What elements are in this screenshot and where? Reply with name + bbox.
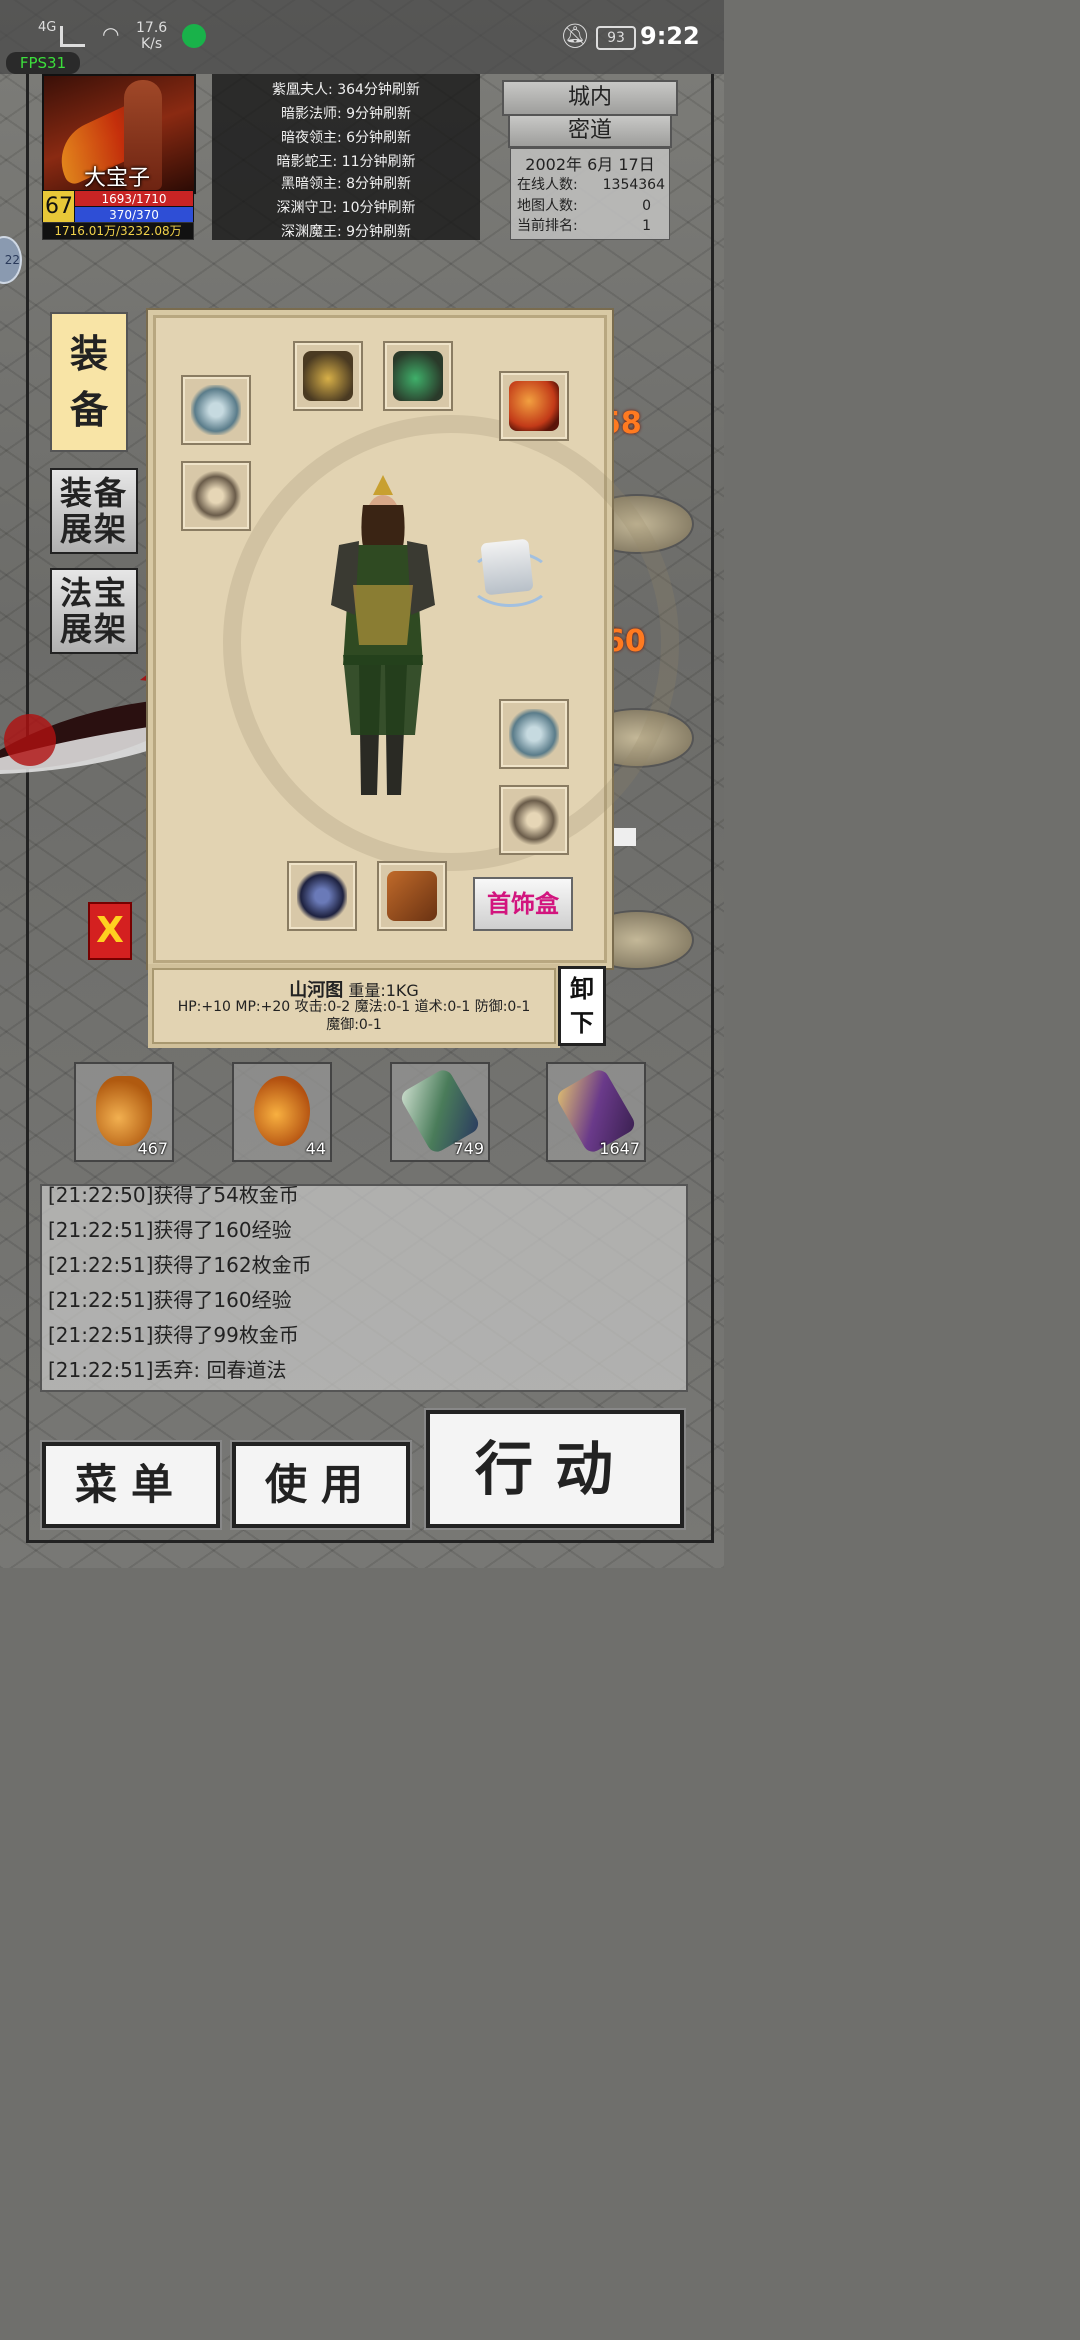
slot-boots[interactable] (377, 861, 447, 931)
online-count-row: 在线人数: 1354364 (517, 175, 665, 195)
belt-icon (297, 871, 347, 921)
equipment-panel: 首饰盒 (148, 310, 679, 968)
menu-button[interactable]: 菜单 (42, 1442, 220, 1528)
ring-icon (509, 795, 559, 845)
map-value: 0 (642, 198, 651, 214)
tab-equipment[interactable]: 装 备 (50, 312, 128, 452)
gold-amount: 1716.01万/3232.08万 (42, 222, 194, 240)
bell-muted-icon: 🔕︎ (560, 22, 591, 50)
slot-treasure-scroll[interactable] (467, 531, 553, 607)
slot-necklace[interactable] (383, 341, 453, 411)
necklace-icon (393, 351, 443, 401)
unequip-char1: 卸 (570, 975, 594, 1003)
large-potion-icon (254, 1076, 310, 1146)
treasure-rack-line1: 法宝 (59, 574, 128, 612)
rank-row: 当前排名: 1 (517, 216, 665, 236)
item-stats: HP:+10 MP:+20 攻击:0-2 魔法:0-1 道术:0-1 防御:0-… (156, 998, 552, 1034)
city-button[interactable]: 城内 (502, 80, 678, 116)
character-model (331, 475, 435, 795)
tab-equipment-char2: 备 (69, 388, 108, 432)
rank-label: 当前排名: (517, 218, 578, 234)
unequip-button[interactable]: 卸 下 (558, 966, 606, 1046)
equipment-rack-line2: 展架 (59, 510, 128, 548)
online-label: 在线人数: (517, 177, 578, 193)
orb-icon (509, 381, 559, 431)
log-line: [21:22:51]获得了160经验 (48, 1288, 292, 1312)
boss-item: 暗影法师: 9分钟刷新 (280, 106, 412, 122)
log-line: [21:22:51]获得了160经验 (48, 1218, 292, 1242)
slot-helmet[interactable] (293, 341, 363, 411)
slot-bracelet-right[interactable] (499, 699, 569, 769)
item-count: 44 (305, 1139, 326, 1158)
boss-item: 深渊守卫: 10分钟刷新 (276, 200, 416, 216)
action-button[interactable]: 行动 (426, 1410, 684, 1528)
use-button[interactable]: 使用 (232, 1442, 410, 1528)
bracelet-icon (191, 385, 241, 435)
item-stats-line1: HP:+10 MP:+20 攻击:0-2 魔法:0-1 道术:0-1 防御:0-… (177, 999, 531, 1015)
online-value: 1354364 (602, 177, 665, 193)
log-line: [21:22:51]获得了162枚金币 (48, 1253, 312, 1277)
log-line: [21:22:51]丢弃: 回春道法 (48, 1358, 287, 1382)
ring-icon (191, 471, 241, 521)
quickslot-small-hp-potion[interactable]: 467 (74, 1062, 174, 1162)
equipment-rack-line1: 装备 (59, 474, 128, 512)
fps-counter: FPS31 (6, 52, 80, 74)
log-line: [21:22:51]获得了99枚金币 (48, 1323, 299, 1347)
rank-value: 1 (642, 218, 651, 234)
player-level: 67 (42, 190, 76, 224)
small-potion-icon (96, 1076, 152, 1146)
slot-ring-right[interactable] (499, 785, 569, 855)
wechat-icon (182, 24, 206, 48)
game-date: 2002年 6月 17日 (525, 155, 655, 174)
speed-unit: K/s (140, 36, 163, 52)
secret-passage-button[interactable]: 密道 (508, 114, 672, 148)
slot-belt[interactable] (287, 861, 357, 931)
item-stats-line2: 魔御:0-1 (326, 1017, 382, 1033)
jewelry-box-button[interactable]: 首饰盒 (473, 877, 573, 931)
clock: 9:22 (640, 22, 700, 50)
message-log[interactable]: [21:22:50]获得了54枚金币 [21:22:51]获得了160经验 [2… (40, 1184, 688, 1392)
slot-orb[interactable] (499, 371, 569, 441)
quickslot-teleport-scroll[interactable]: 749 (390, 1062, 490, 1162)
slot-ring-left[interactable] (181, 461, 251, 531)
item-count: 1647 (599, 1139, 640, 1158)
map-count-row: 地图人数: 0 (517, 196, 665, 216)
item-count: 749 (453, 1139, 484, 1158)
battery-indicator: 93 (596, 26, 636, 50)
boss-item: 暗夜领主: 6分钟刷新 (280, 130, 412, 146)
bracelet-icon (509, 709, 559, 759)
helmet-icon (303, 351, 353, 401)
quickslot-large-hp-potion[interactable]: 44 (232, 1062, 332, 1162)
boss-item: 暗影蛇王: 11分钟刷新 (276, 154, 416, 170)
tab-equipment-char1: 装 (69, 332, 108, 376)
boss-item: 深渊魔王: 9分钟刷新 (280, 224, 412, 240)
item-count: 467 (137, 1139, 168, 1158)
wifi-icon: ◠ (102, 22, 120, 46)
close-button[interactable]: X (88, 902, 132, 960)
slot-bracelet-left[interactable] (181, 375, 251, 445)
unequip-char2: 下 (570, 1009, 594, 1037)
player-name: 大宝子 (83, 166, 150, 191)
log-line: [21:22:50]获得了54枚金币 (48, 1184, 299, 1207)
equipment-rack-button[interactable]: 装备 展架 (50, 468, 138, 554)
network-indicator: 4G (38, 20, 57, 35)
quickslot-return-scroll[interactable]: 1647 (546, 1062, 646, 1162)
speed-value: 17.6 (136, 20, 168, 36)
boots-icon (387, 871, 437, 921)
server-info-box: 2002年 6月 17日 在线人数: 1354364 地图人数: 0 当前排名:… (510, 148, 670, 240)
boss-item: 黑暗领主: 8分钟刷新 (280, 176, 412, 192)
signal-icon (60, 26, 85, 47)
map-label: 地图人数: (517, 198, 578, 214)
boss-refresh-list: 紫凰夫人: 364分钟刷新 暗影法师: 9分钟刷新 暗夜领主: 6分钟刷新 暗影… (212, 74, 480, 240)
item-info-panel: 山河图 重量:1KG HP:+10 MP:+20 攻击:0-2 魔法:0-1 道… (148, 964, 560, 1048)
status-bar: 4G ◠ 17.6 K/s 🔕︎ 93 9:22 (0, 0, 724, 74)
treasure-scroll-icon (480, 538, 534, 596)
boss-item: 紫凰夫人: 364分钟刷新 (272, 82, 420, 98)
network-speed: 17.6 K/s (136, 20, 167, 52)
